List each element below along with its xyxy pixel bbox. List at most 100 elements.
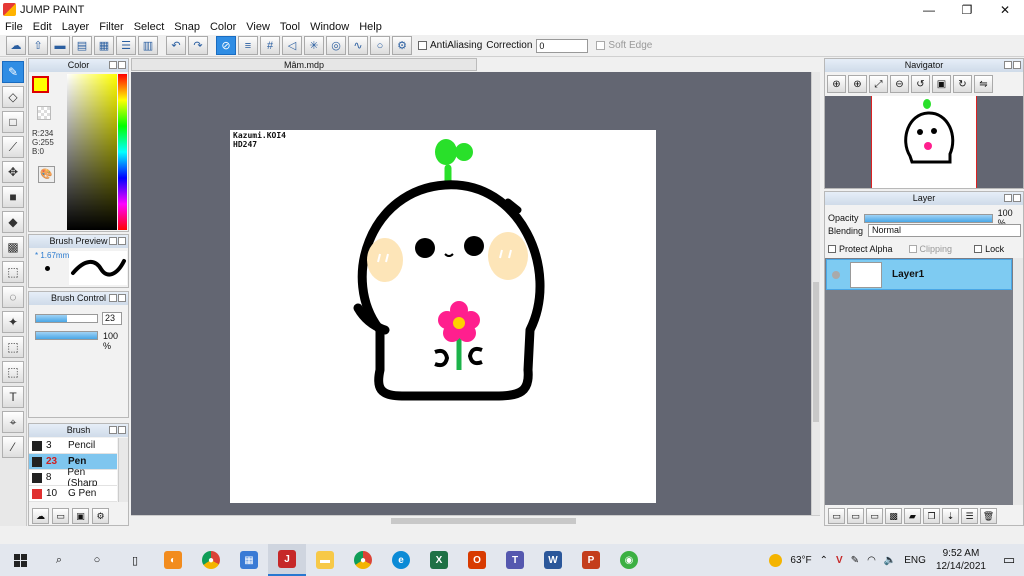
concentric-snap-icon[interactable]: ◎ bbox=[326, 36, 346, 55]
menu-help[interactable]: Help bbox=[354, 21, 387, 33]
drawing-canvas[interactable]: Kazumi.KOI4 HD247 bbox=[230, 130, 656, 503]
new-layer-icon[interactable]: ▭ bbox=[828, 508, 845, 524]
soft-edge-checkbox[interactable] bbox=[596, 41, 606, 50]
operation-tool-icon[interactable]: ⌖ bbox=[2, 411, 24, 433]
palette-icon[interactable]: 🎨 bbox=[38, 166, 55, 183]
app-orange-icon[interactable]: ◐ bbox=[154, 544, 192, 576]
menu-view[interactable]: View bbox=[241, 21, 275, 33]
edge-icon[interactable]: e bbox=[382, 544, 420, 576]
menu-window[interactable]: Window bbox=[305, 21, 354, 33]
settings-snap-icon[interactable]: ⚙ bbox=[392, 36, 412, 55]
zoom-out-icon[interactable]: ⊖ bbox=[890, 75, 909, 93]
correction-select[interactable]: 0 bbox=[536, 38, 589, 53]
search-icon[interactable]: ⌕ bbox=[40, 544, 78, 576]
hue-slider[interactable] bbox=[118, 74, 127, 230]
office-icon[interactable]: O bbox=[458, 544, 496, 576]
document-tab[interactable]: Mâm.mdp bbox=[131, 58, 477, 71]
canvas-viewport[interactable]: Kazumi.KOI4 HD247 bbox=[131, 72, 820, 515]
duplicate-layer-icon[interactable]: ❐ bbox=[923, 508, 940, 524]
app-green-icon[interactable]: ◉ bbox=[610, 544, 648, 576]
powerpoint-icon[interactable]: P bbox=[572, 544, 610, 576]
curve-snap-icon[interactable]: ∿ bbox=[348, 36, 368, 55]
wifi-icon[interactable]: ◠ bbox=[867, 555, 876, 566]
volume-icon[interactable]: 🔈 bbox=[884, 555, 896, 566]
delete-layer-icon[interactable]: 🗑 bbox=[980, 508, 997, 524]
copy-brush-icon[interactable]: ▣ bbox=[72, 508, 89, 524]
lasso-tool-icon[interactable]: ◌ bbox=[2, 286, 24, 308]
undo-icon[interactable]: ↶ bbox=[166, 36, 186, 55]
clock[interactable]: 9:52 AM 12/14/2021 bbox=[936, 547, 986, 573]
parallel-snap-icon[interactable]: ≡ bbox=[238, 36, 258, 55]
cortana-icon[interactable]: ○ bbox=[78, 544, 116, 576]
menu-color[interactable]: Color bbox=[205, 21, 241, 33]
brush-size-slider[interactable] bbox=[35, 314, 98, 323]
eraser-tool-icon[interactable]: ◇ bbox=[2, 86, 24, 108]
pen-tray-icon[interactable]: ✎ bbox=[851, 555, 859, 566]
blending-select[interactable]: Normal bbox=[868, 224, 1022, 237]
canvas-horizontal-scrollbar[interactable] bbox=[131, 515, 820, 526]
new-folder-icon[interactable]: ▰ bbox=[904, 508, 921, 524]
snap-off-icon[interactable]: ⊘ bbox=[216, 36, 236, 55]
fit-icon[interactable]: ⤢ bbox=[869, 75, 888, 93]
layer-list-scrollbar[interactable] bbox=[1013, 258, 1023, 505]
transparent-color-swatch[interactable] bbox=[37, 106, 51, 120]
cloud-brush-icon[interactable]: ☁ bbox=[32, 508, 49, 524]
radial-snap-icon[interactable]: ✳ bbox=[304, 36, 324, 55]
navigator-preview[interactable] bbox=[825, 96, 1023, 188]
zoom-in-alt-icon[interactable]: ⊕ bbox=[848, 75, 867, 93]
layer-menu-icon[interactable]: ☰ bbox=[961, 508, 978, 524]
gradient-tool-icon[interactable]: ▩ bbox=[2, 236, 24, 258]
comment-icon[interactable]: ▬ bbox=[50, 36, 70, 55]
new-brush-icon[interactable]: ▭ bbox=[52, 508, 69, 524]
select-rect-tool-icon[interactable]: ⬚ bbox=[2, 261, 24, 283]
select-eraser-tool-icon[interactable]: ⬚ bbox=[2, 361, 24, 383]
close-button[interactable]: ✕ bbox=[986, 0, 1024, 19]
store-icon[interactable]: ▦ bbox=[230, 544, 268, 576]
reset-view-icon[interactable]: ▣ bbox=[932, 75, 951, 93]
rectangle-tool-icon[interactable]: □ bbox=[2, 111, 24, 133]
fill-rect-tool-icon[interactable]: ■ bbox=[2, 186, 24, 208]
brush-item-pencil[interactable]: 3 Pencil bbox=[29, 438, 117, 454]
new-1bit-layer-icon[interactable]: ▭ bbox=[866, 508, 883, 524]
foreground-color-swatch[interactable] bbox=[32, 76, 49, 93]
excel-icon[interactable]: X bbox=[420, 544, 458, 576]
new-halftone-layer-icon[interactable]: ▭ bbox=[847, 508, 864, 524]
layer-opacity-slider[interactable] bbox=[863, 213, 993, 223]
brush-size-value[interactable]: 23 bbox=[102, 312, 122, 325]
menu-layer[interactable]: Layer bbox=[57, 21, 95, 33]
chat-icon[interactable]: ▤ bbox=[72, 36, 92, 55]
language-indicator[interactable]: ENG bbox=[904, 555, 926, 566]
word-icon[interactable]: W bbox=[534, 544, 572, 576]
magic-wand-tool-icon[interactable]: ✦ bbox=[2, 311, 24, 333]
move-tool-icon[interactable]: ✥ bbox=[2, 161, 24, 183]
weather-temp[interactable]: 63°F bbox=[790, 555, 811, 566]
saturation-value-picker[interactable] bbox=[67, 74, 117, 230]
jump-paint-icon[interactable]: J bbox=[268, 544, 306, 576]
redo-icon[interactable]: ↷ bbox=[188, 36, 208, 55]
crosshatch-snap-icon[interactable]: # bbox=[260, 36, 280, 55]
grid-icon[interactable]: ▥ bbox=[138, 36, 158, 55]
menu-tool[interactable]: Tool bbox=[275, 21, 305, 33]
rotate-left-icon[interactable]: ↺ bbox=[911, 75, 930, 93]
vanishing-snap-icon[interactable]: ◁ bbox=[282, 36, 302, 55]
start-button[interactable] bbox=[0, 544, 40, 576]
bucket-tool-icon[interactable]: ◆ bbox=[2, 211, 24, 233]
antialiasing-checkbox[interactable] bbox=[418, 41, 427, 50]
select-pen-tool-icon[interactable]: ⬚ bbox=[2, 336, 24, 358]
brush-list-scrollbar[interactable] bbox=[118, 438, 128, 502]
clipping-checkbox[interactable] bbox=[908, 245, 917, 253]
flip-icon[interactable]: ⇋ bbox=[974, 75, 993, 93]
canvas-vertical-scrollbar[interactable] bbox=[811, 72, 820, 515]
brush-item-pen-sharp[interactable]: 8 Pen (Sharp bbox=[29, 467, 117, 489]
menu-file[interactable]: File bbox=[0, 21, 28, 33]
chrome-icon[interactable]: ● bbox=[192, 544, 230, 576]
lock-checkbox[interactable] bbox=[974, 245, 983, 253]
new-tone-layer-icon[interactable]: ▩ bbox=[885, 508, 902, 524]
task-view-icon[interactable]: ▯ bbox=[116, 544, 154, 576]
chrome-icon[interactable]: ● bbox=[344, 544, 382, 576]
list-icon[interactable]: ☰ bbox=[116, 36, 136, 55]
rotate-right-icon[interactable]: ↻ bbox=[953, 75, 972, 93]
brush-item-g-pen[interactable]: 10 G Pen bbox=[29, 486, 117, 502]
eyedropper-tool-icon[interactable]: ⁄ bbox=[2, 436, 24, 458]
panel-icon[interactable]: ▦ bbox=[94, 36, 114, 55]
